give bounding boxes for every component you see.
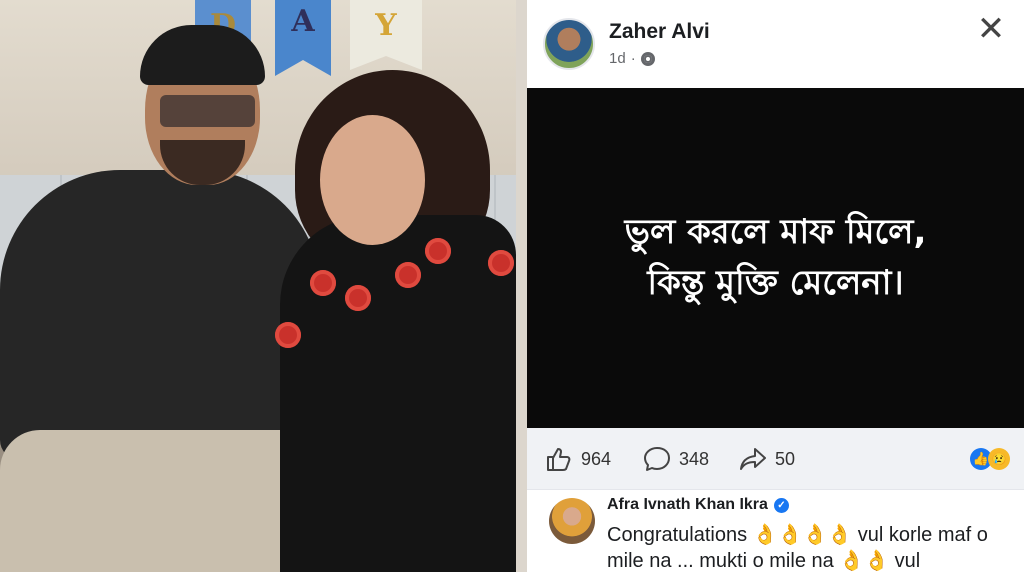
share-count: 50 [775, 448, 796, 469]
man-figure [0, 170, 320, 460]
commenter-name[interactable]: Afra Ivnath Khan Ikra [607, 496, 768, 514]
man-pants [0, 430, 300, 572]
author-avatar[interactable] [543, 18, 595, 70]
reaction-summary[interactable]: 👍 😢 [970, 448, 1010, 470]
rose-embroidery [275, 322, 301, 348]
quote-line-2: কিন্তু মুক্তি মেলেনা। [647, 263, 904, 303]
meta-separator: · [630, 50, 636, 67]
post-action-bar: 964 348 50 👍 😢 [527, 428, 1024, 490]
facebook-post: Zaher Alvi 1d · ✕ ভুল করলে মাফ মিলে, কিন… [527, 0, 1024, 572]
share-arrow-icon [740, 448, 766, 470]
post-header: Zaher Alvi 1d · ✕ [527, 0, 1024, 88]
verified-badge-icon: ✓ [773, 497, 789, 513]
couple-photo: D A Y [0, 0, 516, 572]
comment-bubble-icon [644, 447, 670, 471]
comment-item: Afra Ivnath Khan Ikra ✓ Congratulations … [527, 490, 1024, 572]
rose-embroidery [310, 270, 336, 296]
thumbs-up-icon [547, 448, 571, 471]
panel-divider [516, 0, 527, 572]
close-icon[interactable]: ✕ [974, 12, 1008, 46]
quote-line-1: ভুল করলে মাফ মিলে, [624, 212, 927, 252]
post-meta: 1d · [609, 50, 655, 67]
rose-embroidery [488, 250, 514, 276]
author-name[interactable]: Zaher Alvi [609, 20, 710, 44]
like-button[interactable]: 964 [545, 446, 611, 472]
post-quote: ভুল করলে মাফ মিলে, কিন্তু মুক্তি মেলেনা। [625, 207, 927, 309]
like-count: 964 [581, 448, 612, 469]
rose-embroidery [395, 262, 421, 288]
post-quote-card: ভুল করলে মাফ মিলে, কিন্তু মুক্তি মেলেনা। [527, 88, 1024, 428]
commenter-avatar[interactable] [549, 498, 595, 544]
comment-button[interactable]: 348 [643, 446, 709, 472]
comment-count: 348 [679, 448, 710, 469]
screenshot-root: D A Y Zaher Alvi 1d · ✕ [0, 0, 1024, 572]
sunglasses [160, 95, 255, 127]
post-time[interactable]: 1d [609, 50, 626, 67]
comment-text: Congratulations 👌👌👌👌 vul korle maf o mil… [607, 524, 988, 572]
rose-embroidery [425, 238, 451, 264]
globe-icon [640, 51, 655, 66]
share-button[interactable]: 50 [739, 446, 795, 472]
woman-face [320, 115, 425, 245]
rose-embroidery [345, 285, 371, 311]
commenter-name-row: Afra Ivnath Khan Ikra ✓ [607, 496, 789, 514]
sad-reaction-icon: 😢 [988, 448, 1010, 470]
